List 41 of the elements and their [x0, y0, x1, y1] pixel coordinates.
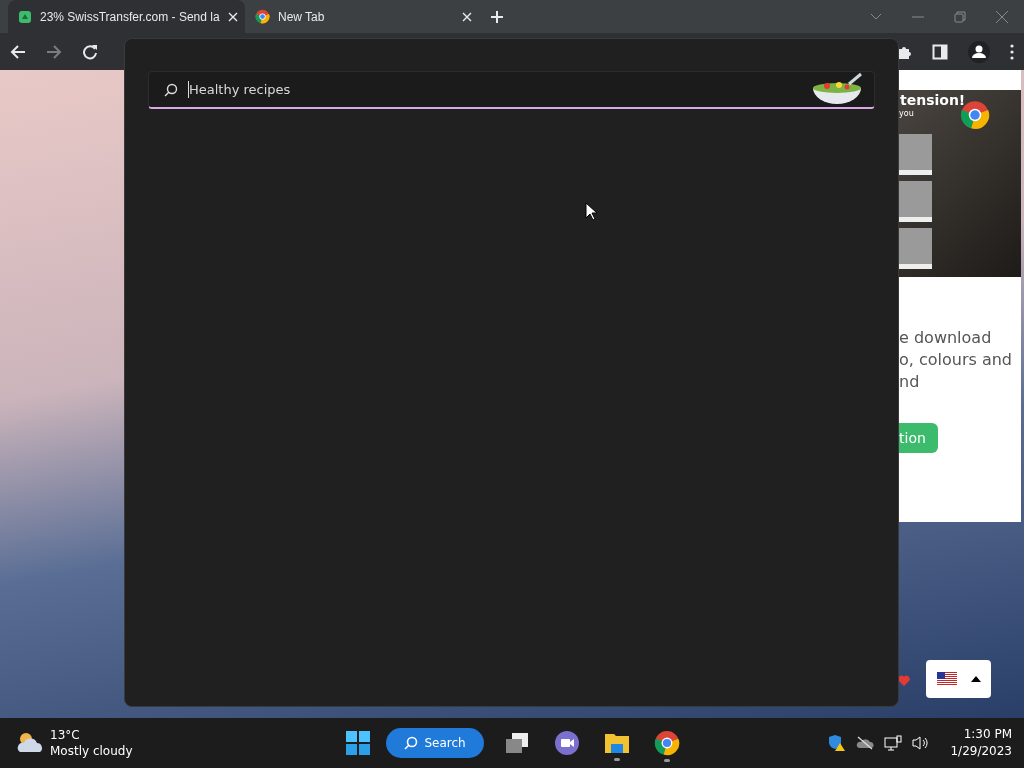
browser-tab[interactable]: 23% SwissTransfer.com - Send la: [8, 0, 245, 33]
network-icon[interactable]: [884, 735, 903, 751]
thumbnail: [899, 181, 932, 222]
page-subheading: you: [899, 109, 914, 118]
transfer-icon: [18, 9, 32, 24]
temperature: 13°C: [50, 727, 81, 743]
windows-logo-icon[interactable]: [346, 731, 370, 755]
clock-date[interactable]: 1/29/2023: [950, 743, 1012, 760]
shield-warning-icon[interactable]: [828, 734, 847, 752]
search-button[interactable]: Search: [386, 728, 484, 758]
page-text: nd: [899, 371, 921, 393]
thumbnail: [899, 228, 932, 269]
chrome-icon: [255, 9, 270, 24]
heart-icon: [898, 675, 910, 687]
chevron-down-icon[interactable]: [870, 12, 882, 21]
reload-icon[interactable]: [82, 43, 98, 60]
menu-icon[interactable]: [1010, 43, 1014, 60]
cloud-off-icon[interactable]: [856, 736, 875, 750]
task-view-icon[interactable]: [504, 731, 530, 755]
chrome-icon[interactable]: [654, 730, 680, 756]
volume-icon[interactable]: [912, 735, 931, 751]
video-chat-icon[interactable]: [554, 730, 580, 756]
back-arrow-icon[interactable]: [10, 43, 26, 60]
page-heading: tension!: [900, 92, 966, 108]
weather-condition: Mostly cloudy: [50, 743, 133, 759]
flag-icon: [936, 672, 957, 686]
search-icon: [404, 736, 419, 750]
page-text: e download: [899, 327, 993, 349]
caret-up-icon: [970, 676, 981, 682]
profile-icon[interactable]: [968, 40, 990, 63]
new-tab-icon[interactable]: [490, 9, 504, 24]
folder-icon[interactable]: [604, 731, 630, 755]
thumbnail: [899, 134, 932, 175]
mouse-cursor-icon: [585, 202, 597, 221]
search-field[interactable]: Healthy recipes: [148, 71, 875, 109]
page-text: o, colours and: [899, 349, 1014, 371]
side-panel-icon[interactable]: [932, 43, 948, 60]
browser-tab[interactable]: New Tab: [245, 0, 482, 33]
search-icon: [164, 83, 178, 97]
clock-time[interactable]: 1:30 PM: [963, 726, 1012, 743]
language-selector[interactable]: [926, 660, 991, 698]
